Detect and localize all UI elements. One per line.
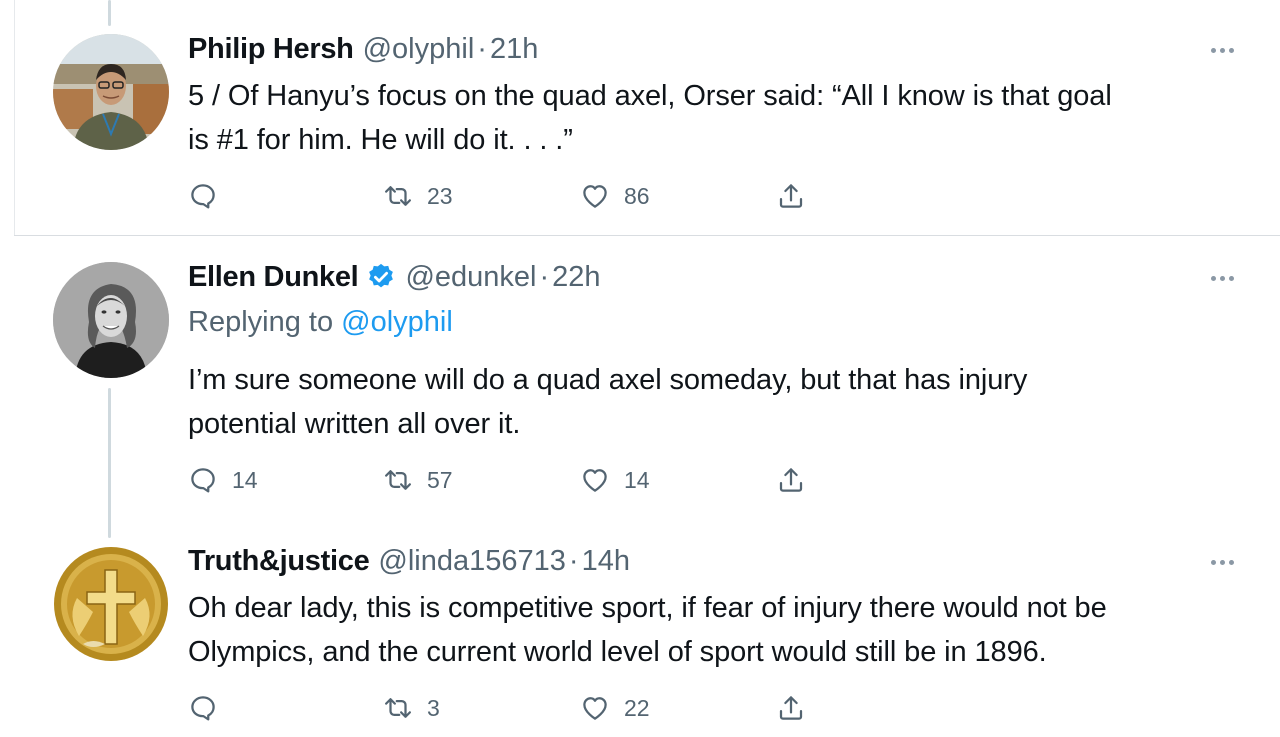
- like-count: 86: [624, 182, 650, 209]
- replying-prefix: Replying to: [188, 306, 334, 338]
- heart-icon: [580, 465, 610, 495]
- separator-dot: ·: [568, 544, 579, 577]
- tweet-text-line: potential written all over it.: [188, 408, 521, 440]
- author-handle[interactable]: @linda156713: [378, 545, 565, 578]
- timeline-border: [14, 0, 15, 236]
- retweet-button[interactable]: 23: [383, 180, 453, 212]
- replying-handle-link[interactable]: @olyphil: [341, 306, 453, 338]
- share-icon: [776, 693, 806, 723]
- tweet-text-line: 5 / Of Hanyu’s focus on the quad axel, O…: [188, 80, 1112, 112]
- retweet-icon: [383, 465, 413, 495]
- like-count: 22: [624, 694, 650, 721]
- tweet-header: Philip Hersh @olyphil · 21h: [188, 29, 538, 69]
- tweet-header: Truth&justice @linda156713 · 14h: [188, 541, 630, 581]
- avatar-photo: [53, 546, 169, 662]
- author-name[interactable]: Truth&justice: [188, 545, 370, 578]
- retweet-count: 57: [427, 466, 453, 493]
- avatar-photo: [53, 262, 169, 378]
- like-count: 14: [624, 466, 650, 493]
- share-button[interactable]: [776, 464, 806, 496]
- heart-icon: [580, 693, 610, 723]
- retweet-icon: [383, 181, 413, 211]
- more-icon[interactable]: [1211, 42, 1241, 58]
- tweet-header: Ellen Dunkel @edunkel · 22h: [188, 257, 601, 297]
- more-icon[interactable]: [1211, 270, 1241, 286]
- thread-line-top: [108, 0, 111, 26]
- tweet-text-line: is #1 for him. He will do it. . . .”: [188, 124, 573, 156]
- tweet-text: I’m sure someone will do a quad axel som…: [188, 358, 1248, 446]
- avatar-philip-hersh[interactable]: [53, 34, 169, 150]
- avatar-photo: [53, 34, 169, 150]
- timestamp[interactable]: 14h: [582, 545, 630, 578]
- tweet-text-line: I’m sure someone will do a quad axel som…: [188, 364, 1028, 396]
- tweet-text-line: Olympics, and the current world level of…: [188, 636, 1047, 668]
- reply-icon: [188, 693, 218, 723]
- retweet-count: 3: [427, 694, 440, 721]
- like-button[interactable]: 14: [580, 464, 650, 496]
- retweet-button[interactable]: 3: [383, 692, 440, 724]
- share-icon: [776, 465, 806, 495]
- share-icon: [776, 181, 806, 211]
- verified-badge-icon: [369, 263, 394, 288]
- like-button[interactable]: 22: [580, 692, 650, 724]
- separator-dot: ·: [477, 32, 487, 65]
- replying-to: Replying to @olyphil: [188, 306, 453, 339]
- author-name[interactable]: Philip Hersh: [188, 33, 354, 66]
- retweet-count: 23: [427, 182, 453, 209]
- tweet-text: 5 / Of Hanyu’s focus on the quad axel, O…: [188, 74, 1248, 162]
- share-button[interactable]: [776, 180, 806, 212]
- reply-icon: [188, 181, 218, 211]
- like-button[interactable]: 86: [580, 180, 650, 212]
- more-icon[interactable]: [1211, 554, 1241, 570]
- reply-count: 14: [232, 466, 258, 493]
- author-handle[interactable]: @edunkel: [405, 261, 536, 294]
- reply-button[interactable]: 14: [188, 464, 258, 496]
- avatar-ellen-dunkel[interactable]: [53, 262, 169, 378]
- thread-line: [108, 388, 111, 538]
- retweet-button[interactable]: 57: [383, 464, 453, 496]
- author-handle[interactable]: @olyphil: [363, 33, 475, 66]
- timestamp[interactable]: 22h: [552, 261, 600, 294]
- separator-dot: ·: [539, 260, 550, 293]
- reply-icon: [188, 465, 218, 495]
- author-name[interactable]: Ellen Dunkel: [188, 261, 359, 294]
- avatar-truth-justice[interactable]: [53, 546, 169, 662]
- tweet-text-line: Oh dear lady, this is competitive sport,…: [188, 592, 1107, 624]
- reply-button[interactable]: [188, 692, 232, 724]
- reply-button[interactable]: [188, 180, 232, 212]
- timestamp[interactable]: 21h: [490, 33, 538, 66]
- tweet-divider: [14, 235, 1280, 236]
- retweet-icon: [383, 693, 413, 723]
- share-button[interactable]: [776, 692, 806, 724]
- heart-icon: [580, 181, 610, 211]
- tweet-text: Oh dear lady, this is competitive sport,…: [188, 586, 1248, 674]
